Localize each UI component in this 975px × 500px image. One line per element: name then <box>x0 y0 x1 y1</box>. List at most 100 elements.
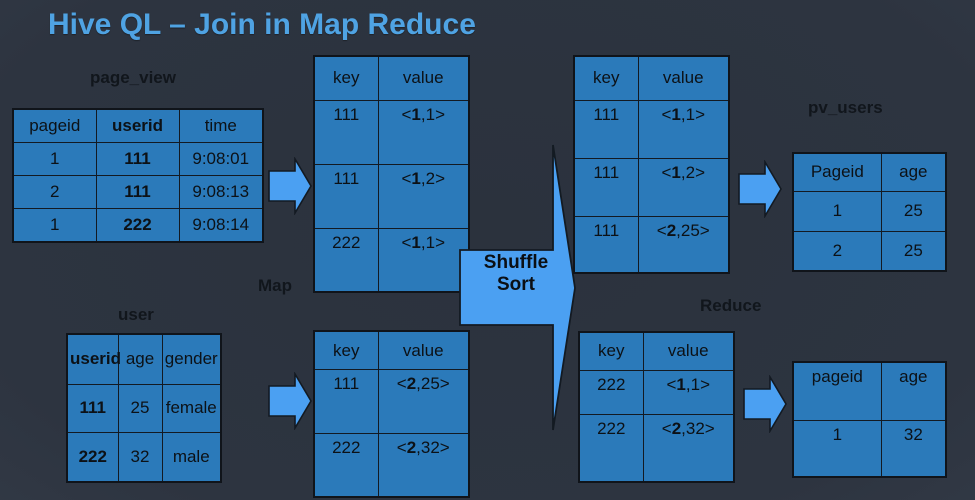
table-shuffle-output-bottom: key value 222 <1,1> 222 <2,32> <box>578 331 735 483</box>
table-row: 222 32 male <box>66 431 222 483</box>
cell-pageid: 2 <box>12 174 97 209</box>
cell-gender: male <box>161 431 222 483</box>
cell-header-time: time <box>178 108 264 144</box>
table-row: 111 <1,1> <box>573 99 730 159</box>
cell-userid: 111 <box>66 383 119 433</box>
cell-pageid: 1 <box>792 190 882 232</box>
table-row: 111 <1,2> <box>573 157 730 217</box>
page-title: Hive QL – Join in Map Reduce <box>48 8 476 41</box>
cell-key: 111 <box>313 369 379 434</box>
cell-key: 222 <box>578 369 644 415</box>
cell-userid: 111 <box>95 174 180 209</box>
cell-age: 32 <box>117 431 163 483</box>
table-row: 1 25 <box>792 190 947 232</box>
arrow-map-top <box>267 157 313 215</box>
reduce-label: Reduce <box>700 296 762 315</box>
cell-userid: 222 <box>66 431 119 483</box>
table-pv-users: Pageid age 1 25 2 25 <box>792 152 947 272</box>
table-row: 111 25 female <box>66 383 222 433</box>
arrow-map-bottom <box>267 372 313 430</box>
arrow-reduce-bottom <box>742 375 788 433</box>
cell-key: 111 <box>573 157 639 217</box>
table-row: key value <box>578 331 735 371</box>
cell-age: 32 <box>880 420 947 478</box>
table-row: 1 111 9:08:01 <box>12 142 264 176</box>
cell-time: 9:08:14 <box>178 207 264 243</box>
cell-value: <1,2> <box>637 157 730 217</box>
cell-key: 222 <box>313 432 379 498</box>
cell-header-pageid: Pageid <box>792 152 882 192</box>
table-row: pageid userid time <box>12 108 264 144</box>
cell-age: 25 <box>880 190 947 232</box>
table-row: pageid age <box>792 361 947 421</box>
table-user: userid age gender 111 25 female 222 32 m… <box>66 333 222 483</box>
table-row: 111 <2,25> <box>313 369 470 434</box>
table-row: 1 32 <box>792 420 947 478</box>
map-label: Map <box>258 276 292 295</box>
cell-userid: 111 <box>95 142 180 176</box>
cell-header-key: key <box>578 331 644 371</box>
table-row: 222 <1,1> <box>313 227 470 293</box>
cell-header-userid: userid <box>95 108 180 144</box>
table-row: 111 <1,2> <box>313 163 470 229</box>
cell-value: <1,1> <box>637 99 730 159</box>
table-map-output-bottom: key value 111 <2,25> 222 <2,32> <box>313 330 470 498</box>
cell-time: 9:08:13 <box>178 174 264 209</box>
cell-header-value: value <box>637 55 730 101</box>
cell-header-key: key <box>313 55 379 101</box>
cell-age: 25 <box>880 230 947 272</box>
cell-key: 111 <box>573 99 639 159</box>
table-map-output-top: key value 111 <1,1> 111 <1,2> 222 <1,1> <box>313 55 470 293</box>
cell-value: <2,32> <box>377 432 470 498</box>
table-row: 222 <1,1> <box>578 369 735 415</box>
cell-header-age: age <box>880 152 947 192</box>
cell-key: 111 <box>313 99 379 165</box>
cell-header-value: value <box>377 55 470 101</box>
cell-header-key: key <box>573 55 639 101</box>
slide-canvas: Hive QL – Join in Map Reduce page_view p… <box>0 0 975 500</box>
cell-key: 222 <box>578 413 644 483</box>
table-row: 2 25 <box>792 230 947 272</box>
table-row: 111 <2,25> <box>573 215 730 274</box>
table-row: userid age gender <box>66 333 222 385</box>
arrow-shuffle-sort <box>455 140 580 435</box>
cell-header-key: key <box>313 330 379 371</box>
table-row: key value <box>313 55 470 101</box>
cell-key: 222 <box>313 227 379 293</box>
table-row: key value <box>313 330 470 371</box>
table-row: 222 <2,32> <box>313 432 470 498</box>
cell-key: 111 <box>573 215 639 274</box>
cell-header-age: age <box>117 333 163 385</box>
page-view-caption: page_view <box>90 68 176 87</box>
table-reduce-output-bottom: pageid age 1 32 <box>792 361 947 478</box>
cell-pageid: 1 <box>12 142 97 176</box>
cell-time: 9:08:01 <box>178 142 264 176</box>
table-row: 222 <2,32> <box>578 413 735 483</box>
table-row: 111 <1,1> <box>313 99 470 165</box>
table-row: Pageid age <box>792 152 947 192</box>
cell-gender: female <box>161 383 222 433</box>
table-row: 2 111 9:08:13 <box>12 174 264 209</box>
pv-users-caption: pv_users <box>808 98 883 117</box>
cell-header-value: value <box>642 331 735 371</box>
cell-key: 111 <box>313 163 379 229</box>
cell-userid: 222 <box>95 207 180 243</box>
cell-header-pageid: pageid <box>792 361 882 421</box>
cell-header-age: age <box>880 361 947 421</box>
cell-header-gender: gender <box>161 333 222 385</box>
cell-pageid: 2 <box>792 230 882 272</box>
cell-header-userid: userid <box>66 333 121 385</box>
table-row: 1 222 9:08:14 <box>12 207 264 243</box>
cell-value: <1,1> <box>642 369 735 415</box>
arrow-reduce-top <box>737 160 783 218</box>
table-shuffle-output-top: key value 111 <1,1> 111 <1,2> 111 <2,25> <box>573 55 730 274</box>
cell-value: <2,32> <box>642 413 735 483</box>
cell-header-pageid: pageid <box>12 108 97 144</box>
cell-pageid: 1 <box>12 207 97 243</box>
cell-value: <2,25> <box>637 215 730 274</box>
table-page-view: pageid userid time 1 111 9:08:01 2 111 9… <box>12 108 264 243</box>
cell-age: 25 <box>117 383 163 433</box>
cell-pageid: 1 <box>792 420 882 478</box>
table-row: key value <box>573 55 730 101</box>
user-caption: user <box>118 305 154 324</box>
